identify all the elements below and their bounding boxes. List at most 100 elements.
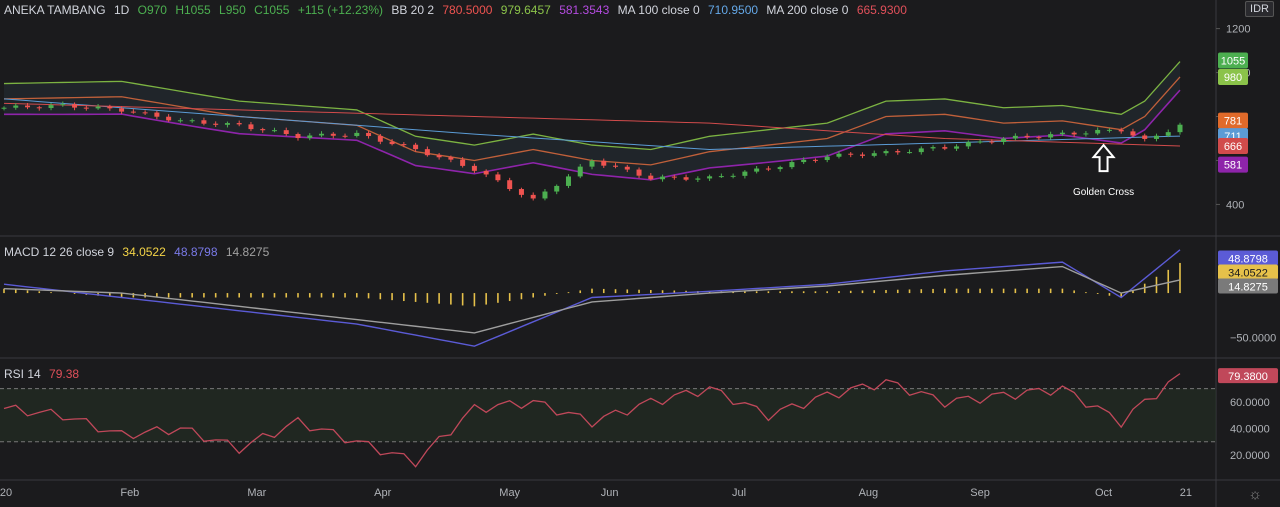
candle-body [989,141,995,143]
candle-body [707,176,713,179]
candle-body [648,175,654,180]
candle-body [354,132,360,136]
candle-body [236,123,242,125]
ma100-label: MA 100 close 0 [617,3,700,17]
open-value: O970 [137,3,167,17]
candle-body [72,104,78,108]
macd-label: MACD 12 26 close 9 [4,245,115,259]
candle-body [754,168,760,172]
rsi-tick-label: 20.0000 [1230,450,1270,462]
candle-body [1165,132,1171,136]
time-tick-label: 21 [1180,487,1192,499]
candle-body [413,144,419,150]
settings-gear-icon[interactable]: ☼ [1248,486,1262,503]
bb-value-2: 979.6457 [500,3,551,17]
candle-body [460,159,466,166]
candle-body [142,112,148,114]
candle-body [801,159,807,163]
bb-value-3: 581.3543 [559,3,610,17]
candle-body [1118,129,1124,132]
candle-body [271,130,277,132]
candle-body [1059,132,1065,135]
symbol-label: ANEKA TAMBANG [4,3,106,17]
candle-body [25,105,31,108]
candle-body [824,156,830,161]
candle-body [119,108,125,112]
candle-body [471,165,477,171]
candle-body [154,112,160,117]
candle-body [848,153,854,155]
candle-body [812,159,818,161]
time-tick-label: 20 [0,487,12,499]
rsi-legend: RSI 14 79.38 [4,367,84,381]
macd-axis-label: 14.8275 [1228,282,1268,294]
macd-line [3,249,1181,347]
candle-body [507,180,513,190]
price-label: 781 [1224,116,1242,128]
rsi-label: RSI 14 [4,367,41,381]
time-tick-label: Apr [374,487,391,499]
currency-badge[interactable]: IDR [1245,1,1274,17]
candle-body [859,154,865,156]
price-label: 666 [1224,141,1242,153]
rsi-value: 79.38 [49,367,80,381]
candle-body [1130,131,1136,136]
time-tick-label: Jun [601,487,619,499]
close-value: C1055 [254,3,290,17]
candle-body [330,133,336,136]
candle-body [671,176,677,178]
macd-axis-label: 48.8798 [1228,254,1268,266]
candle-body [695,178,701,180]
ma200-value: 665.9300 [856,3,907,17]
candle-body [107,106,113,109]
rsi-tick-label: 60.0000 [1230,397,1270,409]
candle-body [954,146,960,149]
candle-body [718,176,724,178]
macd-legend: MACD 12 26 close 9 34.0522 48.8798 14.82… [4,245,274,259]
candle-body [942,147,948,149]
candle-body [283,130,289,135]
candle-body [871,153,877,156]
candle-body [248,124,254,130]
interval-label: 1D [113,3,130,17]
candle-body [1024,135,1030,138]
ma200-label: MA 200 close 0 [766,3,849,17]
candle-body [36,107,42,109]
candle-body [1001,138,1007,142]
change-value: +115 (+12.23%) [297,3,383,17]
candle-body [530,194,536,199]
candle-body [636,169,642,176]
candle-body [295,134,301,139]
bb-label: BB 20 2 [391,3,435,17]
candle-body [1071,132,1077,135]
candle-body [624,166,630,170]
candle-body [95,106,101,109]
candle-body [83,107,89,109]
high-value: H1055 [175,3,211,17]
candle-body [589,160,595,167]
candle-body [1153,135,1159,139]
candle-body [1012,135,1018,139]
macd-hist-value: 34.0522 [122,245,166,259]
macd-signal-value: 14.8275 [225,245,270,259]
candle-body [542,191,548,199]
candle-body [765,168,771,170]
price-tick-label: 1200 [1226,24,1250,36]
candle-body [1142,135,1148,139]
rsi-tick-label: 40.0000 [1230,423,1270,435]
time-tick-label: Feb [120,487,139,499]
candle-body [366,132,372,137]
candle-body [601,160,607,166]
price-label: 581 [1224,160,1242,172]
candle-body [1048,134,1054,138]
golden-cross-arrow-icon [1091,143,1116,173]
candle-body [1177,124,1183,133]
time-tick-label: Aug [859,487,879,499]
golden-cross-annotation: Golden Cross [1073,187,1134,198]
price-tick-label: 400 [1226,199,1244,211]
candle-body [518,189,524,195]
main-legend: ANEKA TAMBANG 1D O970 H1055 L950 C1055 +… [4,3,912,17]
candle-body [742,171,748,176]
candle-body [224,123,230,125]
candle-body [577,166,583,177]
